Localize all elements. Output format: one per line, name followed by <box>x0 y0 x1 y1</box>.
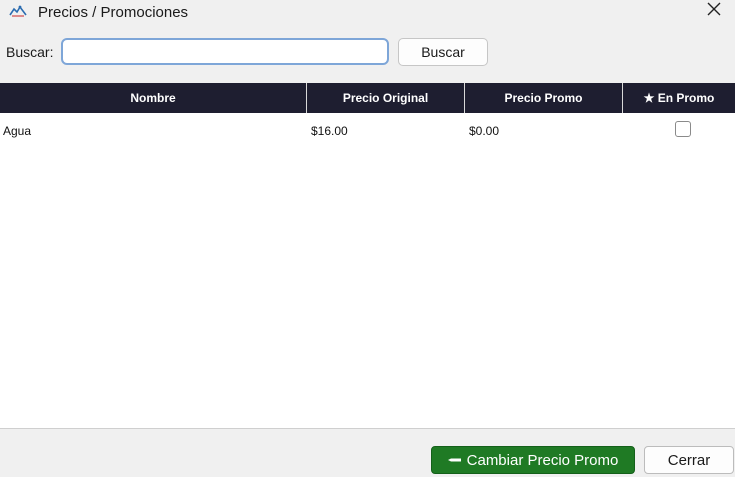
column-header-precio-promo[interactable]: Precio Promo <box>465 83 623 113</box>
window-title: Precios / Promociones <box>38 4 189 21</box>
cell-precio-promo: $0.00 <box>469 124 500 138</box>
cell-precio-original: $16.00 <box>311 124 348 138</box>
cambiar-precio-promo-button[interactable]: Cambiar Precio Promo <box>431 446 635 474</box>
pencil-icon <box>447 458 461 462</box>
app-logo-icon <box>9 5 27 17</box>
cerrar-button[interactable]: Cerrar <box>644 446 734 474</box>
table-header: Nombre Precio Original Precio Promo ★ En… <box>0 83 735 113</box>
column-header-en-promo[interactable]: ★ En Promo <box>623 83 735 113</box>
footer-divider <box>0 428 735 429</box>
search-button[interactable]: Buscar <box>398 38 488 66</box>
close-icon[interactable] <box>702 0 726 20</box>
title-bar: Precios / Promociones <box>0 0 735 26</box>
search-label: Buscar: <box>6 44 54 60</box>
precios-promociones-window: Precios / Promociones Buscar: Buscar Nom… <box>0 0 735 477</box>
column-header-precio-original[interactable]: Precio Original <box>307 83 465 113</box>
promotions-table: Nombre Precio Original Precio Promo ★ En… <box>0 83 735 428</box>
en-promo-checkbox[interactable] <box>675 121 691 137</box>
search-input[interactable] <box>61 38 389 65</box>
cambiar-precio-promo-label: Cambiar Precio Promo <box>466 451 619 469</box>
column-header-nombre[interactable]: Nombre <box>0 83 307 113</box>
table-row[interactable]: Agua $16.00 $0.00 <box>0 113 735 147</box>
cell-nombre: Agua <box>3 124 32 138</box>
